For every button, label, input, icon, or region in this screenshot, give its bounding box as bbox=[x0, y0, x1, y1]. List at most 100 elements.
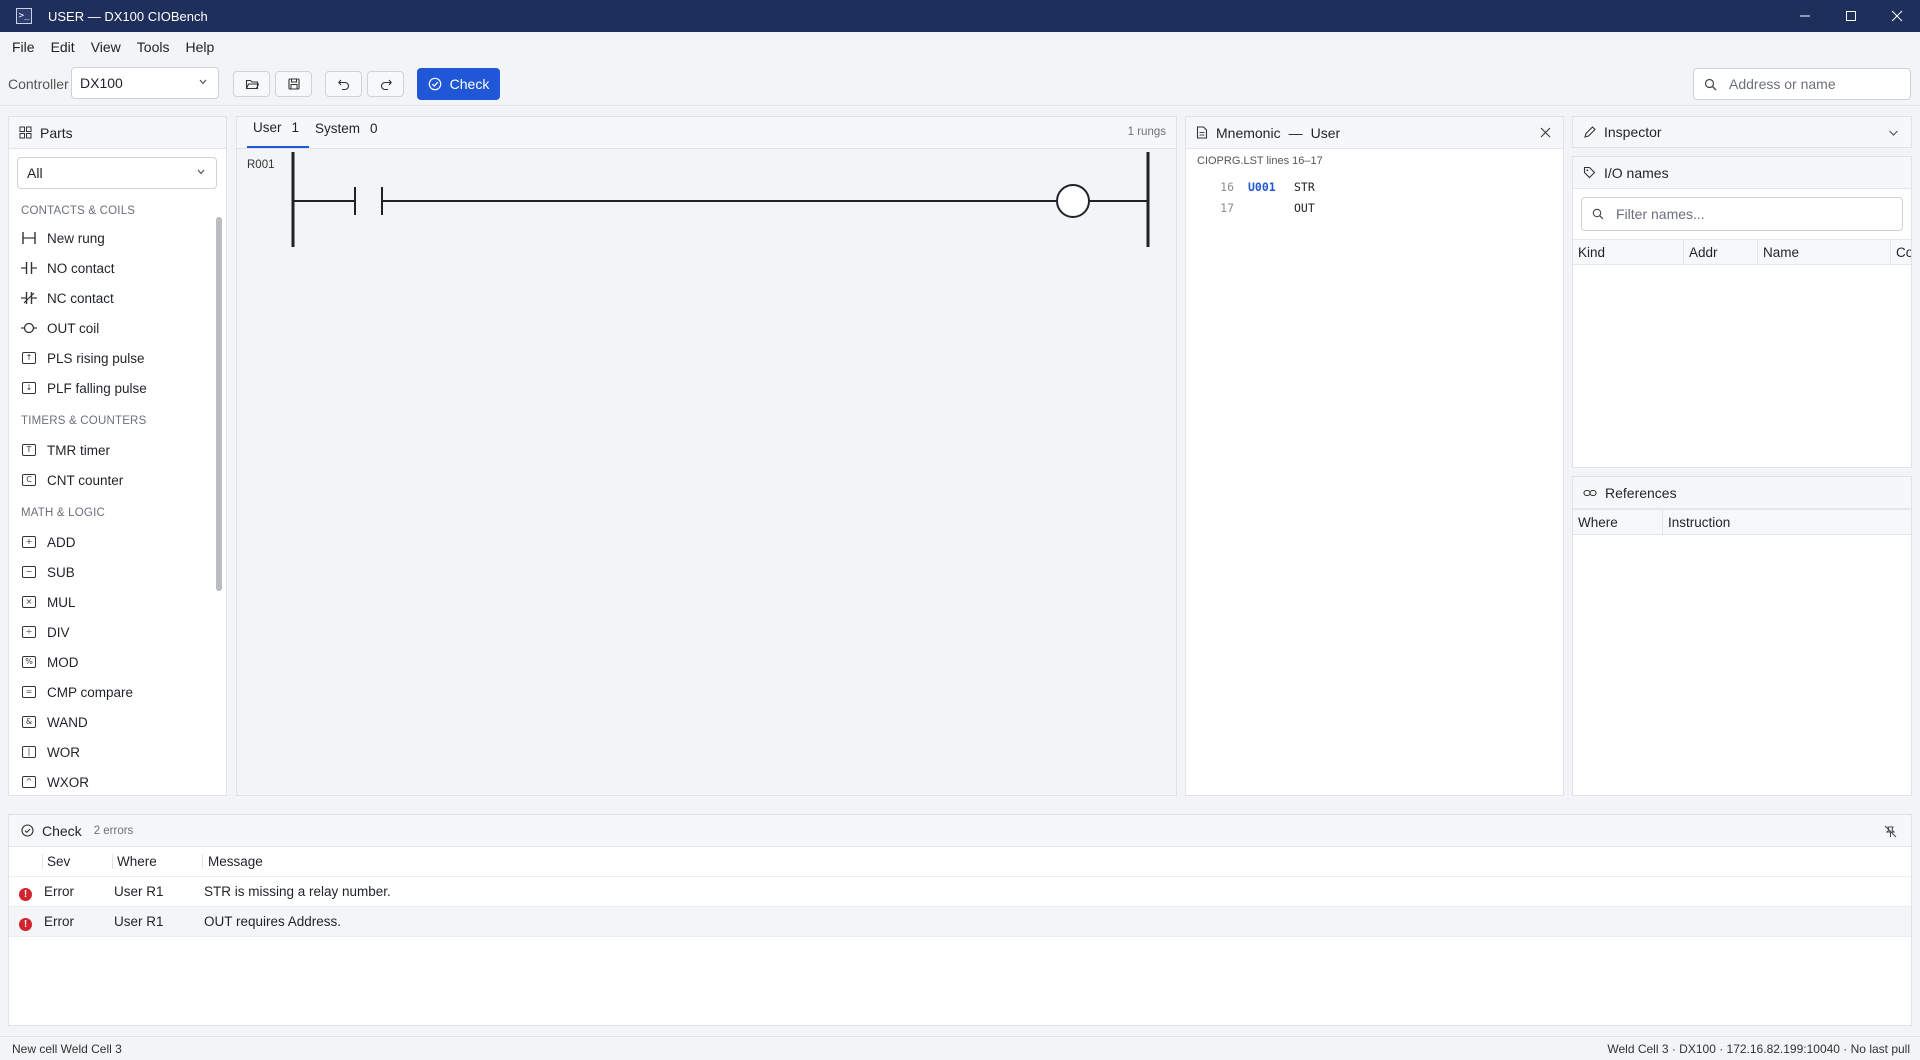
inspector-header[interactable]: Inspector bbox=[1572, 116, 1912, 148]
part-nc-contact[interactable]: NC contact bbox=[9, 283, 214, 313]
part-add[interactable]: + ADD bbox=[9, 527, 214, 557]
check-panel: Check 2 errors Sev Where Message ! Error… bbox=[8, 814, 1912, 1026]
part-label: PLS rising pulse bbox=[47, 350, 145, 366]
part-wxor[interactable]: ^ WXOR bbox=[9, 767, 214, 797]
check-button[interactable]: Check bbox=[417, 68, 500, 100]
menu-tools[interactable]: Tools bbox=[129, 35, 178, 59]
part-label: NC contact bbox=[47, 290, 114, 306]
save-icon bbox=[287, 78, 300, 90]
controller-select[interactable]: DX100 bbox=[71, 67, 219, 99]
references-panel: References Where Instruction bbox=[1572, 476, 1912, 796]
col-where[interactable]: Where bbox=[112, 854, 202, 869]
mul-icon: × bbox=[21, 594, 37, 610]
col-name[interactable]: Name bbox=[1758, 240, 1891, 264]
part-plf[interactable]: ↓ PLF falling pulse bbox=[9, 373, 214, 403]
check-row[interactable]: ! Error User R1 STR is missing a relay n… bbox=[9, 877, 1911, 907]
part-tmr[interactable]: T TMR timer bbox=[9, 435, 214, 465]
io-names-panel: I/O names Kind Addr Name Co bbox=[1572, 156, 1912, 468]
no-contact-element[interactable] bbox=[354, 187, 383, 215]
part-mod[interactable]: % MOD bbox=[9, 647, 214, 677]
parts-filter-select[interactable]: All bbox=[17, 157, 217, 189]
menu-edit[interactable]: Edit bbox=[43, 35, 83, 59]
col-sev[interactable]: Sev bbox=[42, 854, 112, 869]
check-row[interactable]: ! Error User R1 OUT requires Address. bbox=[9, 907, 1911, 937]
part-cmp[interactable]: = CMP compare bbox=[9, 677, 214, 707]
chevron-down-icon bbox=[197, 169, 205, 175]
check-circle-icon bbox=[428, 77, 441, 91]
search-icon bbox=[1704, 78, 1717, 90]
parts-title: Parts bbox=[40, 124, 73, 141]
parts-list: CONTACTS & COILS New rung NO contact NC … bbox=[9, 197, 214, 797]
mod-icon: % bbox=[21, 654, 37, 670]
mnemonic-separator: — bbox=[1288, 124, 1303, 141]
menu-view[interactable]: View bbox=[83, 35, 129, 59]
controller-value: DX100 bbox=[80, 75, 123, 91]
menu-file[interactable]: File bbox=[4, 35, 43, 59]
minimize-button[interactable] bbox=[1782, 0, 1828, 32]
tab-user[interactable]: User 1 bbox=[247, 116, 310, 148]
row-message: STR is missing a relay number. bbox=[204, 884, 391, 899]
check-table: Sev Where Message ! Error User R1 STR is… bbox=[9, 847, 1911, 937]
parts-scrollbar[interactable] bbox=[216, 217, 222, 591]
new-rung-icon bbox=[21, 230, 37, 246]
undo-icon bbox=[337, 79, 349, 91]
save-button[interactable] bbox=[275, 71, 312, 97]
open-button[interactable] bbox=[233, 71, 270, 97]
part-mul[interactable]: × MUL bbox=[9, 587, 214, 617]
part-div[interactable]: ÷ DIV bbox=[9, 617, 214, 647]
part-wand[interactable]: & WAND bbox=[9, 707, 214, 737]
close-window-button[interactable] bbox=[1874, 0, 1920, 32]
menu-help[interactable]: Help bbox=[177, 35, 222, 59]
undo-button[interactable] bbox=[325, 71, 362, 97]
part-wor[interactable]: | WOR bbox=[9, 737, 214, 767]
col-instruction[interactable]: Instruction bbox=[1663, 510, 1911, 534]
col-where[interactable]: Where bbox=[1573, 510, 1663, 534]
address-search[interactable] bbox=[1693, 68, 1911, 100]
part-out-coil[interactable]: OUT coil bbox=[9, 313, 214, 343]
ladder-rung bbox=[291, 152, 1150, 247]
io-names-title: I/O names bbox=[1604, 164, 1669, 181]
folder-open-icon bbox=[245, 79, 259, 90]
error-count: 2 errors bbox=[93, 824, 134, 837]
sub-icon: − bbox=[21, 564, 37, 580]
pencil-icon bbox=[1584, 125, 1596, 138]
col-kind[interactable]: Kind bbox=[1573, 240, 1684, 264]
mnemonic-line[interactable]: 17 OUT bbox=[1186, 201, 1315, 215]
part-new-rung[interactable]: New rung bbox=[9, 223, 214, 253]
row-sev: Error bbox=[44, 914, 74, 929]
line-op: OUT bbox=[1294, 201, 1315, 215]
mnemonic-context: User bbox=[1310, 124, 1341, 141]
status-left: New cell Weld Cell 3 bbox=[12, 1042, 122, 1056]
filter-names-field[interactable] bbox=[1581, 197, 1903, 231]
chevron-down-icon bbox=[199, 79, 207, 85]
mnemonic-line[interactable]: 16 U001 STR bbox=[1186, 180, 1315, 194]
search-input[interactable] bbox=[1729, 76, 1889, 92]
tab-system[interactable]: System 0 bbox=[309, 116, 388, 148]
filter-names-input[interactable] bbox=[1616, 206, 1776, 222]
chevron-down-icon[interactable] bbox=[1888, 128, 1899, 138]
col-message[interactable]: Message bbox=[202, 854, 1911, 869]
mnemonic-source: CIOPRG.LST lines 16–17 bbox=[1197, 155, 1323, 167]
part-label: MOD bbox=[47, 654, 79, 670]
part-pls[interactable]: ↑ PLS rising pulse bbox=[9, 343, 214, 373]
col-addr[interactable]: Addr bbox=[1684, 240, 1758, 264]
close-icon[interactable] bbox=[1540, 127, 1551, 138]
references-title: References bbox=[1605, 484, 1677, 501]
col-comment[interactable]: Co bbox=[1891, 240, 1911, 264]
line-address: U001 bbox=[1248, 180, 1276, 194]
maximize-button[interactable] bbox=[1828, 0, 1874, 32]
controller-label: Controller bbox=[8, 76, 69, 92]
unpin-icon[interactable] bbox=[1884, 825, 1897, 838]
nc-contact-icon bbox=[21, 290, 37, 306]
part-label: WOR bbox=[47, 744, 80, 760]
redo-button[interactable] bbox=[367, 71, 404, 97]
part-label: SUB bbox=[47, 564, 75, 580]
part-no-contact[interactable]: NO contact bbox=[9, 253, 214, 283]
part-cnt[interactable]: C CNT counter bbox=[9, 465, 214, 495]
out-coil-element[interactable] bbox=[1056, 184, 1090, 218]
row-message: OUT requires Address. bbox=[204, 914, 342, 929]
compare-icon: = bbox=[21, 684, 37, 700]
category-contacts-coils: CONTACTS & COILS bbox=[21, 205, 136, 217]
part-sub[interactable]: − SUB bbox=[9, 557, 214, 587]
tab-label: User bbox=[253, 119, 282, 135]
